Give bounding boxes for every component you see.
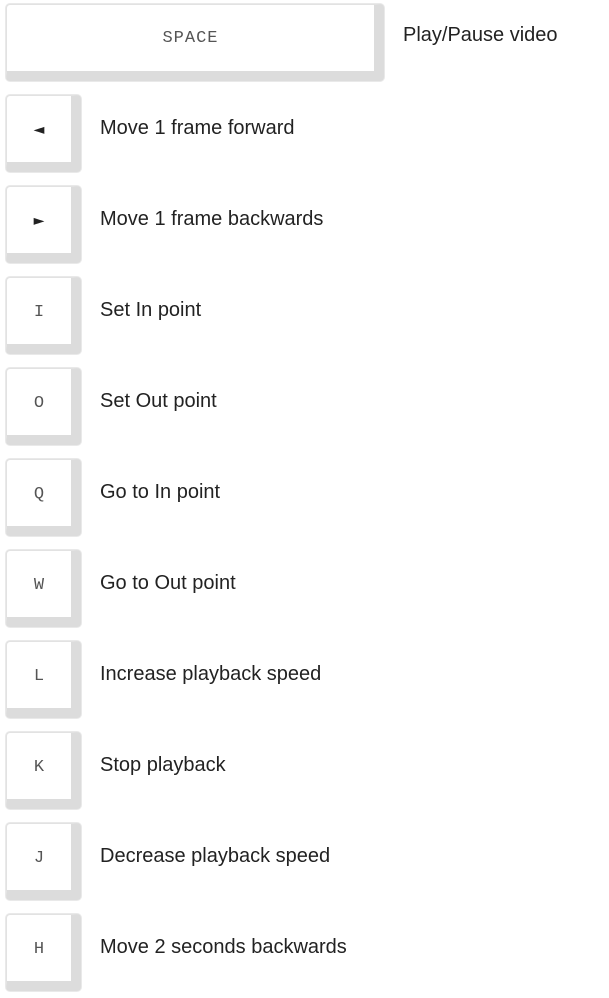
shortcut-row-i: I Set In point — [0, 273, 609, 354]
shortcut-description: Decrease playback speed — [100, 845, 331, 867]
shortcut-row-left-arrow: ◄ Move 1 frame forward — [0, 91, 609, 172]
key-w: W — [6, 550, 81, 627]
shortcut-description: Move 1 frame backwards — [100, 208, 324, 230]
shortcut-description: Stop playback — [100, 754, 226, 776]
key-left-arrow: ◄ — [6, 95, 81, 172]
shortcut-description: Increase playback speed — [100, 663, 322, 685]
key-label: I — [33, 302, 45, 322]
shortcut-description: Play/Pause video — [403, 24, 558, 46]
shortcut-row-space: SPACE Play/Pause video — [0, 0, 609, 81]
shortcut-row-q: Q Go to In point — [0, 455, 609, 536]
key-label: L — [33, 666, 45, 686]
key-q: Q — [6, 459, 81, 536]
shortcut-row-h: H Move 2 seconds backwards — [0, 910, 609, 991]
key-space: SPACE — [6, 4, 384, 81]
key-j: J — [6, 823, 81, 900]
key-label: K — [33, 757, 45, 777]
shortcut-description: Set Out point — [100, 390, 217, 412]
shortcut-description: Move 2 seconds backwards — [100, 936, 347, 958]
key-o: O — [6, 368, 81, 445]
shortcut-row-right-arrow: ► Move 1 frame backwards — [0, 182, 609, 263]
key-label: H — [33, 939, 45, 959]
left-arrow-icon: ◄ — [33, 122, 45, 138]
key-label: SPACE — [162, 28, 219, 48]
key-h: H — [6, 914, 81, 991]
key-label: Q — [33, 484, 45, 504]
right-arrow-icon: ► — [33, 213, 45, 229]
key-label: W — [33, 575, 45, 595]
key-i: I — [6, 277, 81, 354]
key-right-arrow: ► — [6, 186, 81, 263]
shortcut-description: Go to Out point — [100, 572, 236, 594]
shortcut-row-k: K Stop playback — [0, 728, 609, 809]
key-l: L — [6, 641, 81, 718]
key-label: J — [33, 848, 45, 868]
shortcut-row-l: L Increase playback speed — [0, 637, 609, 718]
key-label: O — [33, 393, 45, 413]
shortcut-description: Set In point — [100, 299, 202, 321]
shortcut-description: Go to In point — [100, 481, 221, 503]
shortcut-row-j: J Decrease playback speed — [0, 819, 609, 900]
shortcut-description: Move 1 frame forward — [100, 117, 295, 139]
shortcut-row-w: W Go to Out point — [0, 546, 609, 627]
key-k: K — [6, 732, 81, 809]
shortcut-row-o: O Set Out point — [0, 364, 609, 445]
